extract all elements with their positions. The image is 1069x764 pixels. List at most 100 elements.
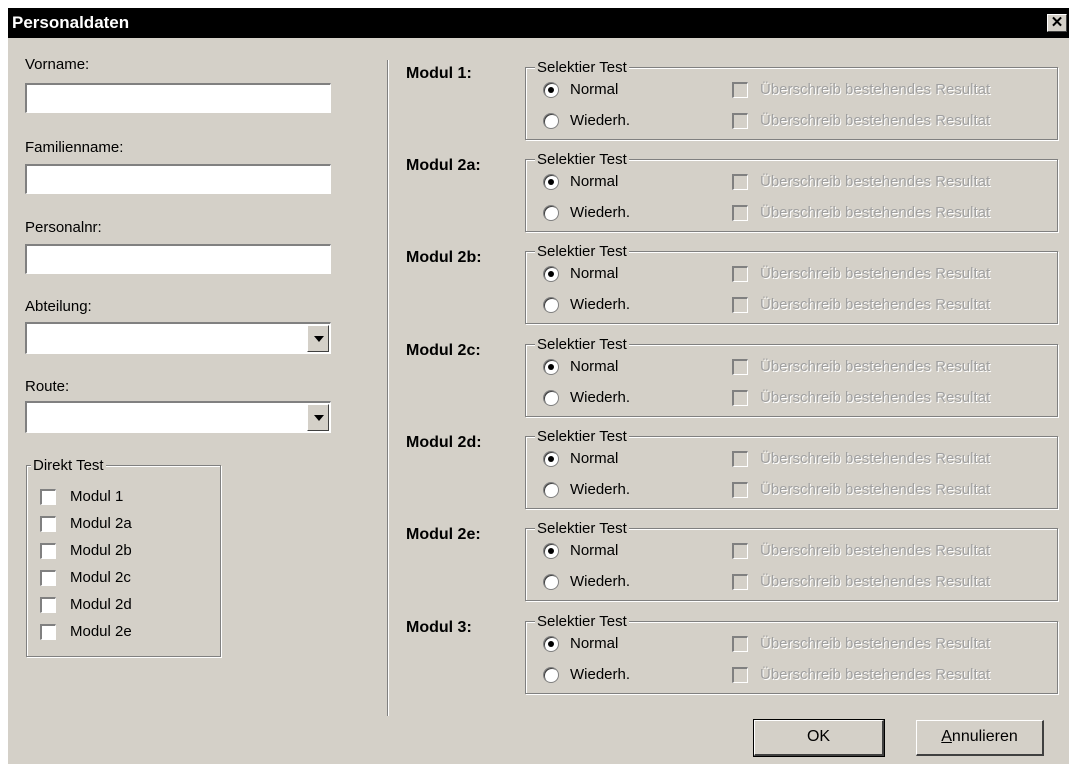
- overwrite-wiederh-checkbox[interactable]: [732, 667, 748, 683]
- selektier-test-title: Selektier Test: [535, 243, 629, 260]
- selektier-test-title: Selektier Test: [535, 59, 629, 76]
- wiederh-radio[interactable]: [543, 390, 559, 406]
- normal-radio[interactable]: [543, 636, 559, 652]
- module-label: Modul 1:: [406, 65, 472, 82]
- module-row: Modul 2d: Selektier Test Normal Wiederh.…: [8, 427, 1069, 513]
- normal-label: Normal: [570, 542, 619, 559]
- close-icon: ✕: [1050, 14, 1064, 31]
- overwrite-normal-checkbox[interactable]: [732, 451, 748, 467]
- overwrite-normal-checkbox[interactable]: [732, 82, 748, 98]
- module-label: Modul 2b:: [406, 249, 482, 266]
- selektier-test-group: [525, 344, 1058, 417]
- wiederh-radio[interactable]: [543, 205, 559, 221]
- module-row: Modul 2a: Selektier Test Normal Wiederh.…: [8, 150, 1069, 236]
- overwrite-wiederh-label: Überschreib bestehendes Resultat: [760, 666, 991, 683]
- overwrite-normal-label: Überschreib bestehendes Resultat: [760, 81, 991, 98]
- wiederh-radio[interactable]: [543, 297, 559, 313]
- module-label: Modul 2d:: [406, 434, 482, 451]
- overwrite-normal-label: Überschreib bestehendes Resultat: [760, 265, 991, 282]
- overwrite-normal-checkbox[interactable]: [732, 636, 748, 652]
- selektier-test-title: Selektier Test: [535, 151, 629, 168]
- selektier-test-title: Selektier Test: [535, 520, 629, 537]
- radio-selected-dot: [548, 641, 554, 647]
- selektier-test-group: [525, 436, 1058, 509]
- module-label: Modul 2a:: [406, 157, 481, 174]
- overwrite-wiederh-checkbox[interactable]: [732, 574, 748, 590]
- module-row: Modul 2e: Selektier Test Normal Wiederh.…: [8, 519, 1069, 605]
- module-row: Modul 3: Selektier Test Normal Wiederh. …: [8, 612, 1069, 698]
- cancel-label: nnulieren: [951, 728, 1018, 745]
- wiederh-radio[interactable]: [543, 574, 559, 590]
- wiederh-label: Wiederh.: [570, 204, 631, 221]
- module-label: Modul 2e:: [406, 526, 481, 543]
- ok-button[interactable]: OK: [753, 719, 885, 757]
- radio-selected-dot: [548, 87, 554, 93]
- overwrite-normal-checkbox[interactable]: [732, 543, 748, 559]
- normal-label: Normal: [570, 81, 619, 98]
- normal-label: Normal: [570, 450, 619, 467]
- selektier-test-title: Selektier Test: [535, 613, 629, 630]
- module-row: Modul 2c: Selektier Test Normal Wiederh.…: [8, 335, 1069, 421]
- selektier-test-title: Selektier Test: [535, 428, 629, 445]
- overwrite-normal-checkbox[interactable]: [732, 174, 748, 190]
- overwrite-wiederh-checkbox[interactable]: [732, 113, 748, 129]
- close-button[interactable]: ✕: [1047, 14, 1067, 32]
- overwrite-normal-label: Überschreib bestehendes Resultat: [760, 635, 991, 652]
- overwrite-wiederh-label: Überschreib bestehendes Resultat: [760, 389, 991, 406]
- module-row: Modul 1: Selektier Test Normal Wiederh. …: [8, 58, 1069, 144]
- dialog-title: Personaldaten: [12, 13, 130, 32]
- overwrite-normal-label: Überschreib bestehendes Resultat: [760, 358, 991, 375]
- selektier-test-group: [525, 67, 1058, 140]
- wiederh-label: Wiederh.: [570, 666, 631, 683]
- overwrite-wiederh-label: Überschreib bestehendes Resultat: [760, 296, 991, 313]
- module-row: Modul 2b: Selektier Test Normal Wiederh.…: [8, 242, 1069, 328]
- cancel-button[interactable]: Annulieren: [916, 720, 1044, 756]
- module-label: Modul 2c:: [406, 342, 481, 359]
- wiederh-label: Wiederh.: [570, 112, 631, 129]
- wiederh-label: Wiederh.: [570, 573, 631, 590]
- selektier-test-title: Selektier Test: [535, 336, 629, 353]
- wiederh-label: Wiederh.: [570, 389, 631, 406]
- radio-selected-dot: [548, 179, 554, 185]
- title-bar: Personaldaten ✕: [8, 8, 1069, 38]
- normal-label: Normal: [570, 635, 619, 652]
- selektier-test-group: [525, 528, 1058, 601]
- normal-radio[interactable]: [543, 82, 559, 98]
- wiederh-label: Wiederh.: [570, 481, 631, 498]
- radio-selected-dot: [548, 548, 554, 554]
- overwrite-wiederh-checkbox[interactable]: [732, 297, 748, 313]
- normal-radio[interactable]: [543, 266, 559, 282]
- selektier-test-group: [525, 159, 1058, 232]
- overwrite-normal-label: Überschreib bestehendes Resultat: [760, 450, 991, 467]
- normal-radio[interactable]: [543, 359, 559, 375]
- normal-label: Normal: [570, 173, 619, 190]
- wiederh-radio[interactable]: [543, 667, 559, 683]
- overwrite-wiederh-checkbox[interactable]: [732, 205, 748, 221]
- overwrite-wiederh-checkbox[interactable]: [732, 390, 748, 406]
- wiederh-radio[interactable]: [543, 113, 559, 129]
- radio-selected-dot: [548, 456, 554, 462]
- normal-radio[interactable]: [543, 543, 559, 559]
- overwrite-wiederh-label: Überschreib bestehendes Resultat: [760, 481, 991, 498]
- normal-radio[interactable]: [543, 451, 559, 467]
- selektier-test-group: [525, 251, 1058, 324]
- cancel-accelerator: A: [941, 728, 952, 745]
- overwrite-wiederh-checkbox[interactable]: [732, 482, 748, 498]
- overwrite-normal-checkbox[interactable]: [732, 359, 748, 375]
- selektier-test-group: [525, 621, 1058, 694]
- radio-selected-dot: [548, 271, 554, 277]
- normal-radio[interactable]: [543, 174, 559, 190]
- overwrite-wiederh-label: Überschreib bestehendes Resultat: [760, 204, 991, 221]
- overwrite-normal-checkbox[interactable]: [732, 266, 748, 282]
- normal-label: Normal: [570, 265, 619, 282]
- radio-selected-dot: [548, 364, 554, 370]
- wiederh-label: Wiederh.: [570, 296, 631, 313]
- overwrite-normal-label: Überschreib bestehendes Resultat: [760, 173, 991, 190]
- overwrite-wiederh-label: Überschreib bestehendes Resultat: [760, 573, 991, 590]
- normal-label: Normal: [570, 358, 619, 375]
- personaldaten-dialog: Personaldaten ✕ Vorname: Familienname: P…: [8, 8, 1069, 764]
- overwrite-wiederh-label: Überschreib bestehendes Resultat: [760, 112, 991, 129]
- overwrite-normal-label: Überschreib bestehendes Resultat: [760, 542, 991, 559]
- wiederh-radio[interactable]: [543, 482, 559, 498]
- module-label: Modul 3:: [406, 619, 472, 636]
